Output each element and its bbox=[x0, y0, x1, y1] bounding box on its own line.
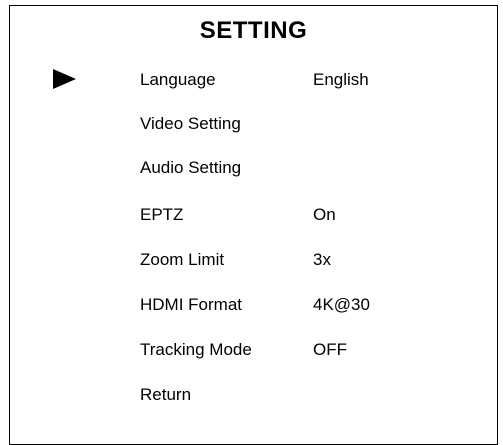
menu-item-value: English bbox=[313, 70, 369, 89]
menu-item-audio-setting[interactable]: Audio Setting bbox=[10, 158, 497, 202]
menu-item-label: HDMI Format bbox=[140, 295, 242, 314]
menu-item-value: On bbox=[313, 205, 336, 224]
settings-menu-panel: SETTING Language English Video Setting A… bbox=[9, 5, 498, 445]
menu-item-language[interactable]: Language English bbox=[10, 70, 497, 114]
menu-item-label: Tracking Mode bbox=[140, 340, 252, 359]
menu-item-value: OFF bbox=[313, 340, 347, 359]
menu-item-value: 3x bbox=[313, 250, 331, 269]
menu-item-label: Zoom Limit bbox=[140, 250, 225, 269]
menu-item-tracking-mode[interactable]: Tracking Mode OFF bbox=[10, 340, 497, 384]
menu-item-label: Return bbox=[140, 385, 192, 404]
menu-item-label: Audio Setting bbox=[140, 158, 242, 177]
menu-item-label: Video Setting bbox=[140, 114, 241, 133]
menu-item-value: 4K@30 bbox=[313, 295, 370, 314]
menu-item-eptz[interactable]: EPTZ On bbox=[10, 205, 497, 249]
menu-item-label: Language bbox=[140, 70, 216, 89]
menu-item-hdmi-format[interactable]: HDMI Format 4K@30 bbox=[10, 295, 497, 339]
menu-title: SETTING bbox=[199, 17, 308, 44]
menu-item-return[interactable]: Return bbox=[10, 385, 497, 429]
menu-item-label: EPTZ bbox=[140, 205, 184, 224]
menu-item-video-setting[interactable]: Video Setting bbox=[10, 114, 497, 158]
menu-item-zoom-limit[interactable]: Zoom Limit 3x bbox=[10, 250, 497, 294]
